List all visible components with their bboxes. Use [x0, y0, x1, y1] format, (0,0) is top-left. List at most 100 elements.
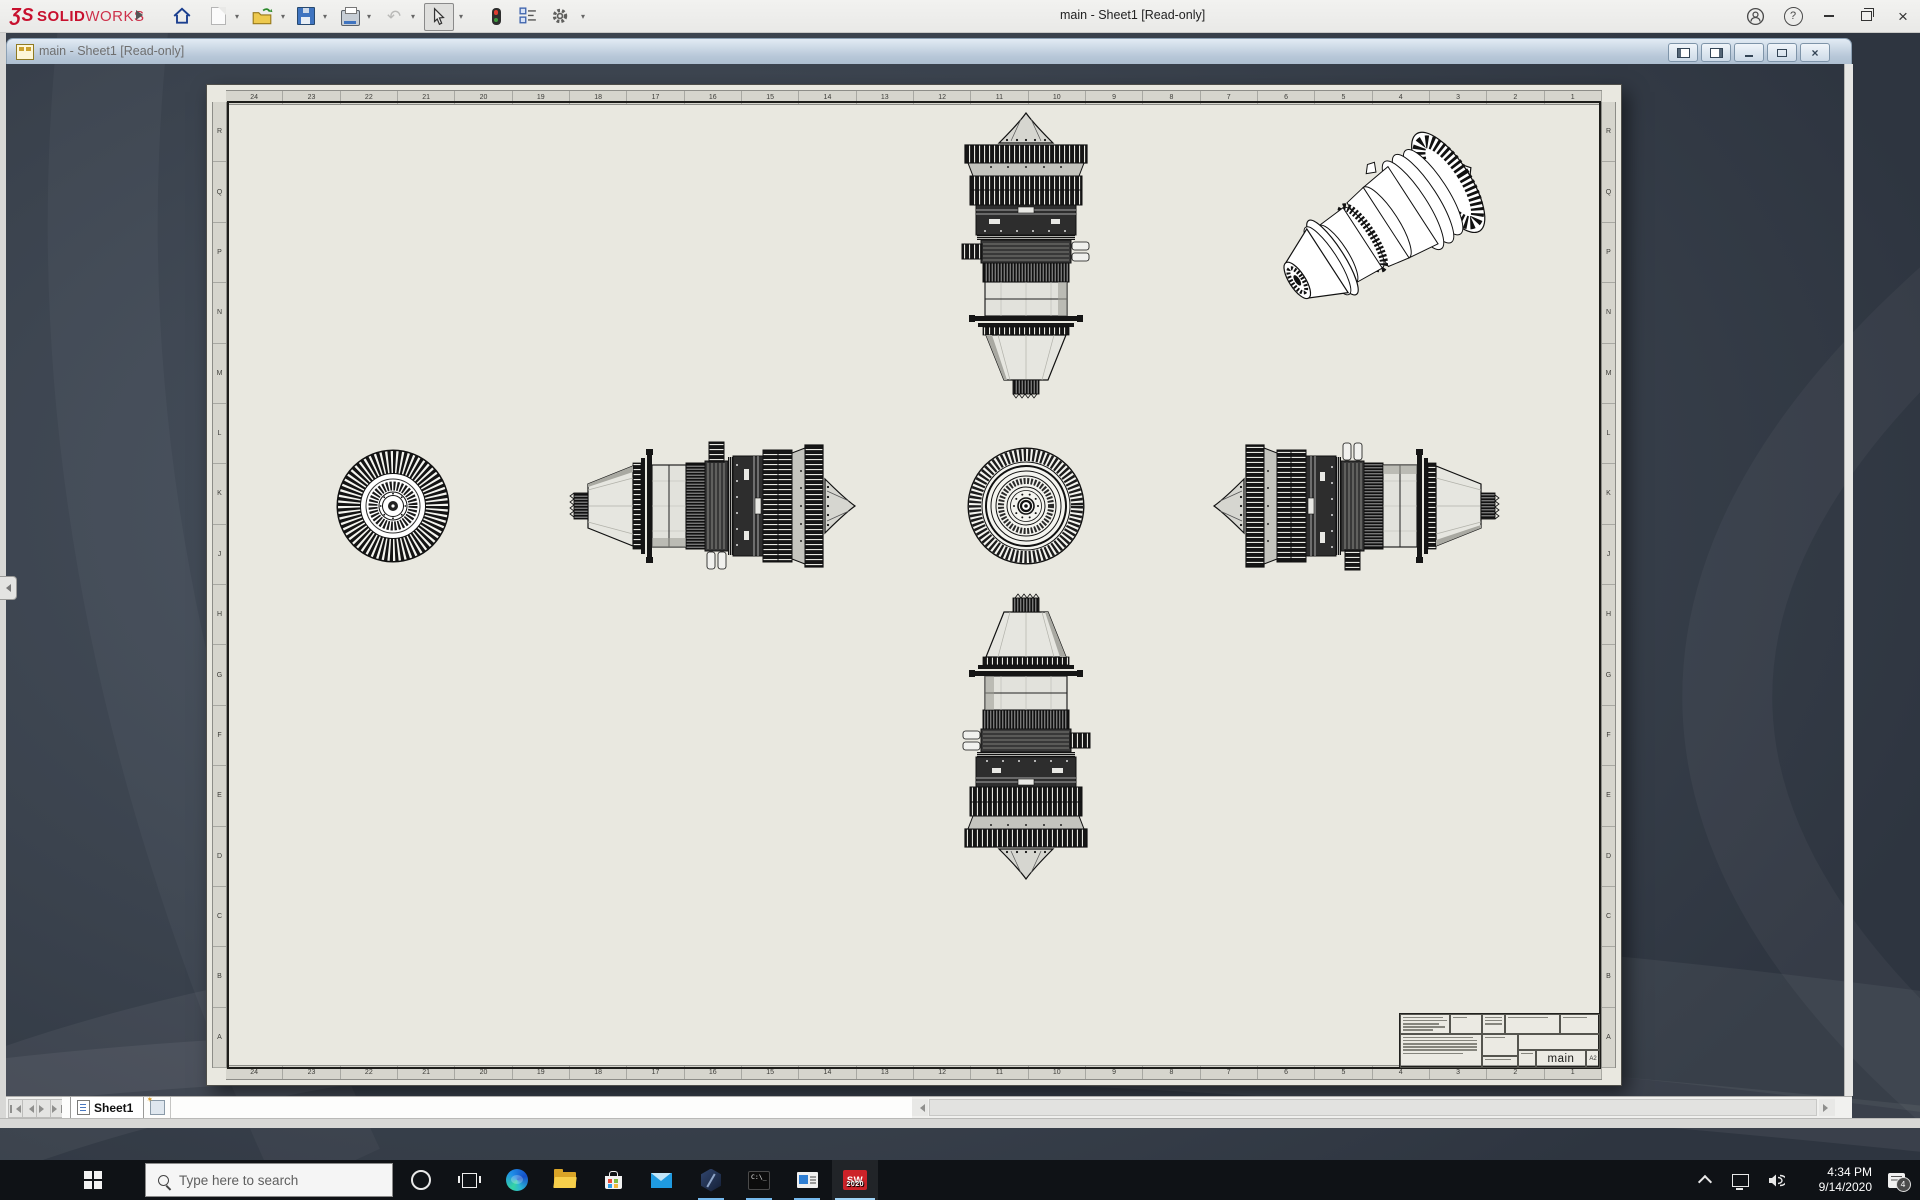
featuremanager-collapse-tab[interactable]: [0, 576, 17, 600]
tray-expand-button[interactable]: [1688, 1173, 1722, 1190]
open-dropdown[interactable]: ▾: [278, 12, 288, 21]
restore-button[interactable]: [1850, 0, 1882, 32]
save-button[interactable]: [292, 3, 320, 29]
options-button[interactable]: [546, 3, 574, 29]
scroll-left-icon: [916, 1103, 925, 1112]
open-button[interactable]: [248, 3, 276, 29]
volume-button[interactable]: [1758, 1173, 1794, 1188]
minimize-button[interactable]: [1814, 0, 1844, 32]
mail-button[interactable]: [638, 1160, 684, 1200]
scrollbar-thumb[interactable]: [929, 1099, 1817, 1116]
bottom-view[interactable]: [962, 593, 1091, 880]
action-center-button[interactable]: 4: [1872, 1172, 1920, 1192]
front-view[interactable]: [968, 448, 1084, 564]
select-dropdown[interactable]: ▾: [456, 12, 466, 21]
file-explorer-button[interactable]: [542, 1160, 588, 1200]
windows-logo-icon: [84, 1171, 102, 1189]
scroll-right-button[interactable]: [1819, 1099, 1835, 1116]
search-icon: [158, 1174, 169, 1186]
doc-minimize-button[interactable]: [1734, 43, 1764, 62]
save-dropdown[interactable]: ▾: [320, 12, 330, 21]
clock-date: 9/14/2020: [1818, 1180, 1872, 1194]
rebuild-button[interactable]: [482, 3, 510, 29]
tab-area: Sheet1: [62, 1095, 913, 1118]
doc-restore-button[interactable]: [1767, 43, 1797, 62]
right-pane-icon: [1709, 47, 1723, 58]
network-icon: [1731, 1173, 1749, 1190]
options-dropdown[interactable]: ▾: [578, 12, 588, 21]
undo-button[interactable]: ↶: [380, 3, 408, 29]
print-dropdown[interactable]: ▾: [364, 12, 374, 21]
store-button[interactable]: [590, 1160, 636, 1200]
scroll-right-icon: [1822, 1103, 1832, 1112]
select-cursor-icon: [433, 7, 445, 26]
left-front-view[interactable]: [337, 450, 449, 562]
app-window-button[interactable]: [784, 1160, 830, 1200]
store-icon: [604, 1171, 622, 1189]
first-sheet-button[interactable]: [8, 1099, 23, 1118]
solidworks-logo: ƷS SOLIDWORKS: [10, 5, 145, 25]
right-side-view[interactable]: [1213, 442, 1500, 571]
command-prompt-icon: C:\_: [748, 1170, 770, 1190]
previous-sheet-button[interactable]: [22, 1099, 37, 1118]
title-block-cell: [1560, 1014, 1600, 1034]
edge-button[interactable]: [494, 1160, 540, 1200]
cortana-button[interactable]: [398, 1160, 444, 1200]
help-button[interactable]: ?: [1776, 0, 1810, 32]
search-input[interactable]: [177, 1171, 381, 1189]
options-gear-icon: [552, 8, 568, 24]
task-view-button[interactable]: [446, 1160, 492, 1200]
scroll-left-button[interactable]: [912, 1099, 928, 1116]
title-block-cell: [1518, 1034, 1600, 1050]
network-button[interactable]: [1722, 1173, 1758, 1190]
title-block-cell: [1482, 1014, 1505, 1034]
doc-close-button[interactable]: ×: [1800, 43, 1830, 62]
drawing-title: main: [1547, 1053, 1575, 1065]
print-button[interactable]: [336, 3, 364, 29]
top-view[interactable]: [961, 112, 1090, 399]
3dexperience-button[interactable]: [688, 1160, 734, 1200]
file-explorer-icon: [553, 1169, 577, 1188]
start-button[interactable]: [36, 1160, 102, 1200]
horizontal-scrollbar[interactable]: [912, 1097, 1835, 1118]
document-titlebar[interactable]: main - Sheet1 [Read-only] ×: [6, 38, 1852, 64]
undo-dropdown[interactable]: ▾: [408, 12, 418, 21]
home-button[interactable]: [168, 3, 196, 29]
new-document-dropdown[interactable]: ▾: [232, 12, 242, 21]
next-sheet-button[interactable]: [36, 1099, 51, 1118]
solidworks-year-badge: 2020: [846, 1181, 864, 1188]
design-tree-button[interactable]: [514, 3, 542, 29]
prev-arrow-icon: [25, 1104, 34, 1113]
isometric-view[interactable]: [1258, 118, 1502, 333]
drawing-document-icon: [16, 44, 34, 60]
new-document-button[interactable]: [204, 3, 232, 29]
tab-sheet1[interactable]: Sheet1: [70, 1097, 145, 1118]
left-side-view[interactable]: [569, 441, 856, 570]
add-sheet-icon: [147, 1095, 165, 1115]
toolbar-flyout-arrow-icon[interactable]: [136, 10, 148, 20]
sheet-size-cell: A2: [1586, 1050, 1600, 1068]
graphics-viewport[interactable]: main - Sheet1 [Read-only] × 24 23 22 21 20 19…: [0, 32, 1920, 1160]
taskbar-search[interactable]: [145, 1163, 393, 1197]
command-prompt-button[interactable]: C:\_: [736, 1160, 782, 1200]
vertical-scrollbar[interactable]: [1844, 64, 1853, 1096]
show-right-pane-button[interactable]: [1701, 43, 1731, 62]
title-block-cell: [1505, 1014, 1560, 1034]
drawing-sheet[interactable]: 24 23 22 21 20 19 18 17 16 15 14 13 12 11 10 9 8 7 6 5 4 3 2 1 …: [206, 84, 1622, 1086]
collapse-arrow-icon: [2, 584, 11, 592]
solidworks-taskbar-button[interactable]: SW 2020: [832, 1160, 878, 1200]
windows-taskbar: C:\_ SW2020 4:34 PM 9/14/2020 4: [0, 1160, 1920, 1200]
select-tool-button[interactable]: [424, 3, 454, 31]
task-view-icon: [457, 1172, 481, 1188]
system-tray: 4:34 PM 9/14/2020 4: [1688, 1160, 1920, 1200]
document-title: main - Sheet1 [Read-only]: [39, 44, 185, 58]
close-button[interactable]: ×: [1888, 0, 1918, 32]
home-icon: [173, 7, 191, 24]
open-folder-icon: [252, 8, 273, 25]
add-sheet-button[interactable]: [144, 1095, 171, 1118]
show-left-pane-button[interactable]: [1668, 43, 1698, 62]
account-button[interactable]: [1738, 0, 1772, 32]
taskbar-clock[interactable]: 4:34 PM 9/14/2020: [1794, 1165, 1872, 1195]
title-block-scale-cell: [1482, 1056, 1518, 1068]
help-icon: ?: [1783, 6, 1803, 26]
